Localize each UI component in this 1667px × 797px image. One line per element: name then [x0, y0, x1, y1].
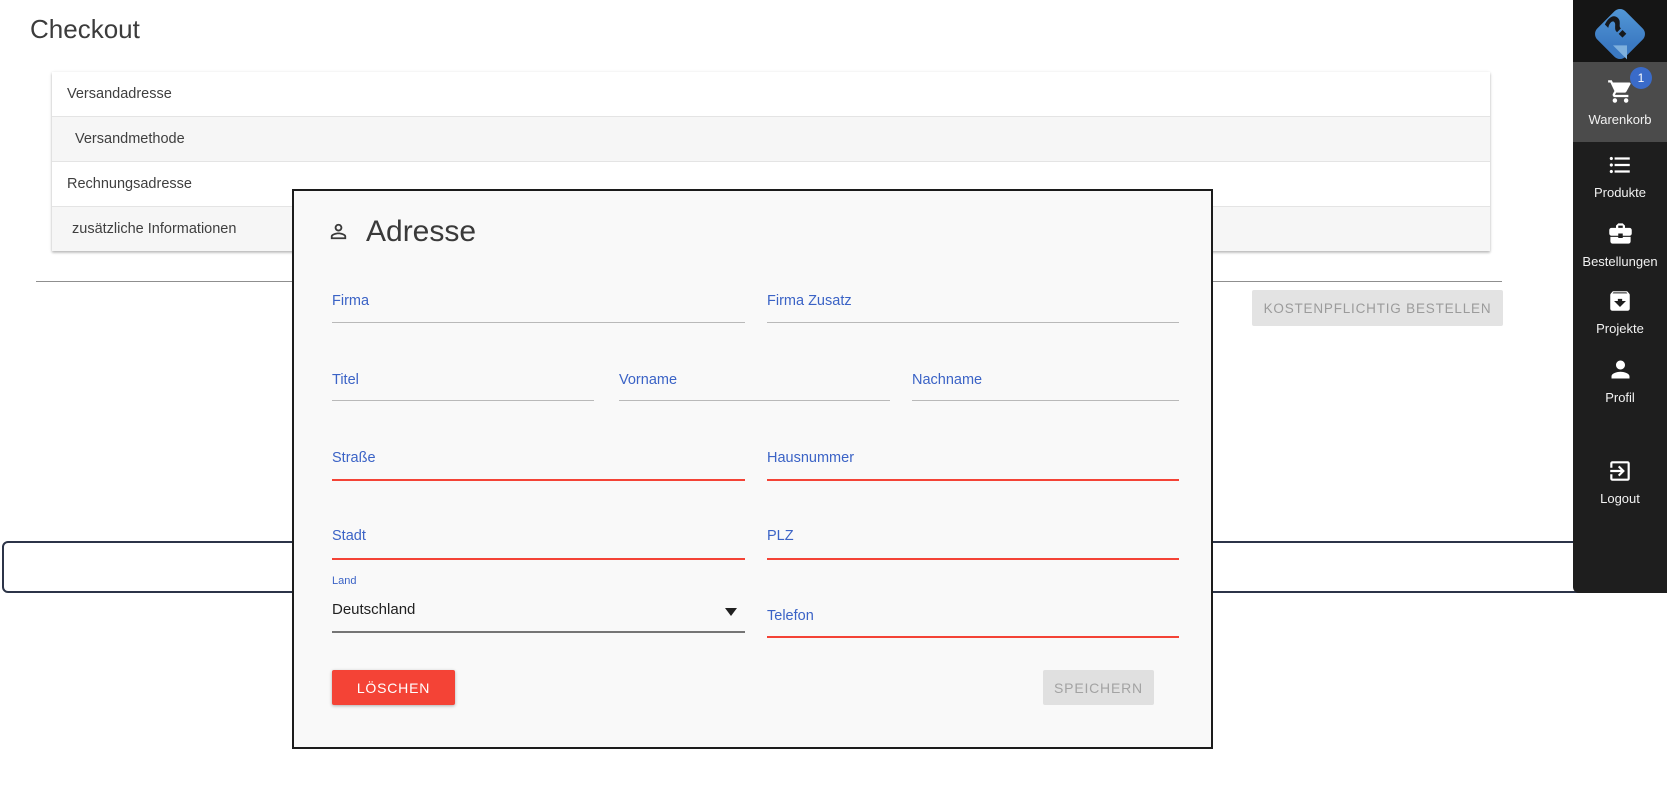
address-modal: Adresse Firma Firma Zusatz Titel Vorname…	[292, 189, 1213, 749]
sidebar-item-label: Bestellungen	[1582, 254, 1657, 269]
land-field: Land Deutschland	[332, 575, 745, 637]
nachname-field: Nachname	[912, 372, 1179, 401]
accordion-section-label: Versandmethode	[75, 131, 185, 147]
stadt-field: Stadt	[332, 528, 745, 560]
save-button[interactable]: SPEICHERN	[1043, 670, 1154, 705]
sidebar-item-produkte[interactable]: Produkte	[1573, 142, 1667, 210]
sidebar-item-warenkorb[interactable]: Warenkorb 1	[1573, 62, 1667, 142]
firma-zusatz-input[interactable]	[767, 308, 1179, 323]
logout-icon	[1607, 458, 1633, 484]
sidebar-item-profil[interactable]: Profil	[1573, 346, 1667, 414]
strasse-field: Straße	[332, 450, 745, 481]
plz-input[interactable]	[767, 544, 1179, 560]
accordion-section-versandadresse[interactable]: Versandadresse	[52, 72, 1490, 116]
stadt-input[interactable]	[332, 544, 745, 560]
vorname-input[interactable]	[619, 386, 890, 401]
sidebar-item-label: Warenkorb	[1588, 112, 1651, 127]
checkout-page: Checkout Versandadresse Versandmethode R…	[0, 0, 1667, 797]
modal-title: Adresse	[366, 215, 476, 249]
list-icon	[1607, 152, 1633, 178]
cart-icon	[1607, 78, 1634, 105]
archive-icon	[1607, 288, 1633, 314]
hausnummer-label: Hausnummer	[767, 450, 854, 466]
telefon-field: Telefon	[767, 608, 1179, 638]
vorname-field: Vorname	[619, 372, 890, 401]
sidebar-item-label: Produkte	[1594, 185, 1646, 200]
plz-field: PLZ	[767, 528, 1179, 560]
plz-label: PLZ	[767, 528, 794, 544]
accordion-section-label: zusätzliche Informationen	[72, 221, 236, 237]
page-title: Checkout	[30, 14, 140, 45]
delete-button[interactable]: LÖSCHEN	[332, 670, 455, 705]
sidebar-item-bestellungen[interactable]: Bestellungen	[1573, 210, 1667, 278]
brand-logo[interactable]: ?	[1573, 0, 1667, 62]
sidebar-item-projekte[interactable]: Projekte	[1573, 278, 1667, 346]
firma-zusatz-label: Firma Zusatz	[767, 293, 852, 309]
cart-badge: 1	[1630, 67, 1652, 89]
accordion-section-label: Versandadresse	[67, 86, 172, 102]
titel-input[interactable]	[332, 386, 594, 401]
order-button[interactable]: KOSTENPFLICHTIG BESTELLEN	[1252, 290, 1503, 326]
dropdown-arrow-icon	[725, 608, 737, 616]
titel-field: Titel	[332, 372, 594, 401]
person-outline-icon	[327, 220, 350, 248]
hausnummer-field: Hausnummer	[767, 450, 1179, 481]
land-label: Land	[332, 575, 356, 587]
stadt-label: Stadt	[332, 528, 366, 544]
firma-input[interactable]	[332, 308, 745, 323]
accordion-section-versandmethode[interactable]: Versandmethode	[52, 116, 1490, 161]
sidebar-nav: ? Warenkorb 1 Produkte Bestellungen	[1573, 0, 1667, 593]
sidebar-item-label: Projekte	[1596, 321, 1644, 336]
sidebar-item-label: Logout	[1600, 491, 1640, 506]
firma-label: Firma	[332, 293, 369, 309]
sidebar-item-logout[interactable]: Logout	[1573, 444, 1667, 520]
land-selected-value: Deutschland	[332, 601, 415, 618]
nachname-input[interactable]	[912, 386, 1179, 401]
firma-zusatz-field: Firma Zusatz	[767, 293, 1179, 323]
sidebar-item-label: Profil	[1605, 390, 1635, 405]
person-icon	[1607, 356, 1634, 383]
firma-field: Firma	[332, 293, 745, 323]
strasse-label: Straße	[332, 450, 376, 466]
strasse-input[interactable]	[332, 465, 745, 481]
land-select[interactable]: Deutschland	[332, 601, 745, 633]
hausnummer-input[interactable]	[767, 465, 1179, 481]
briefcase-icon	[1607, 220, 1634, 247]
brand-logo-tail	[1613, 45, 1627, 59]
accordion-section-label: Rechnungsadresse	[67, 176, 192, 192]
telefon-input[interactable]	[767, 622, 1179, 638]
